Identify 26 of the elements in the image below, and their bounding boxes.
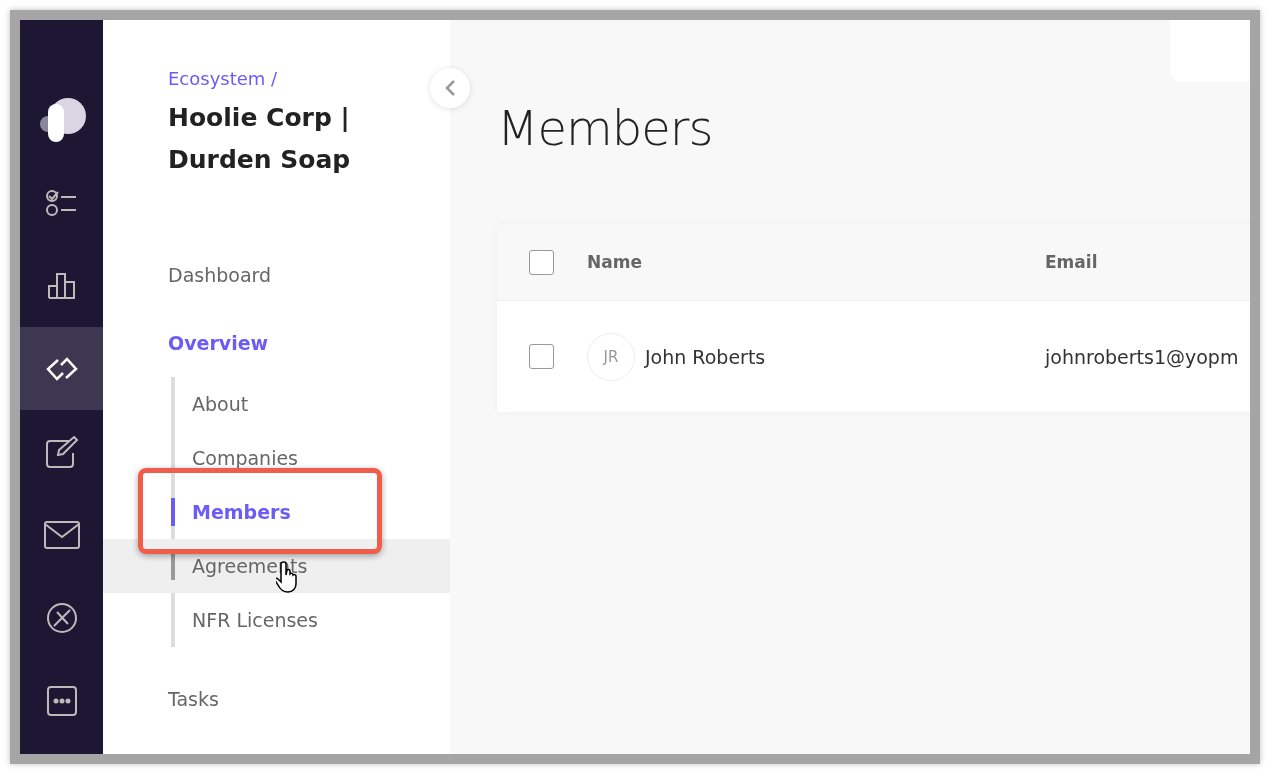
edit-icon <box>44 434 79 469</box>
breadcrumb-link[interactable]: Ecosystem / <box>168 68 278 89</box>
workspace-title: Hoolie Corp | Durden Soap <box>168 102 352 176</box>
select-all-checkbox[interactable] <box>529 249 554 275</box>
name-cell: John Roberts <box>645 345 766 368</box>
bar-chart-icon <box>47 272 76 299</box>
subnav-item[interactable]: Members <box>192 501 291 523</box>
subnav-item[interactable]: NFR Licenses <box>192 609 318 631</box>
checklist-icon <box>45 188 78 217</box>
email-cell-text: johnroberts1@yopm <box>1045 345 1240 368</box>
subnav-item[interactable]: Companies <box>192 447 298 469</box>
column-header: Name <box>587 252 643 272</box>
mail-icon <box>43 519 80 550</box>
rail-button[interactable] <box>20 327 103 410</box>
page-title: Members <box>497 100 714 156</box>
nav-item[interactable]: Dashboard <box>168 264 272 286</box>
cancel-icon <box>45 601 78 634</box>
logo-icon <box>37 95 86 144</box>
collapse-button[interactable] <box>430 68 470 108</box>
nav-item[interactable]: Overview <box>168 332 269 354</box>
nav-item[interactable]: Tasks <box>168 688 219 710</box>
more-icon <box>46 685 77 716</box>
row-checkbox[interactable] <box>529 344 554 369</box>
subnav-item[interactable]: About <box>192 393 249 415</box>
chevron-left-icon <box>444 79 456 97</box>
column-header: Email <box>1045 252 1099 272</box>
